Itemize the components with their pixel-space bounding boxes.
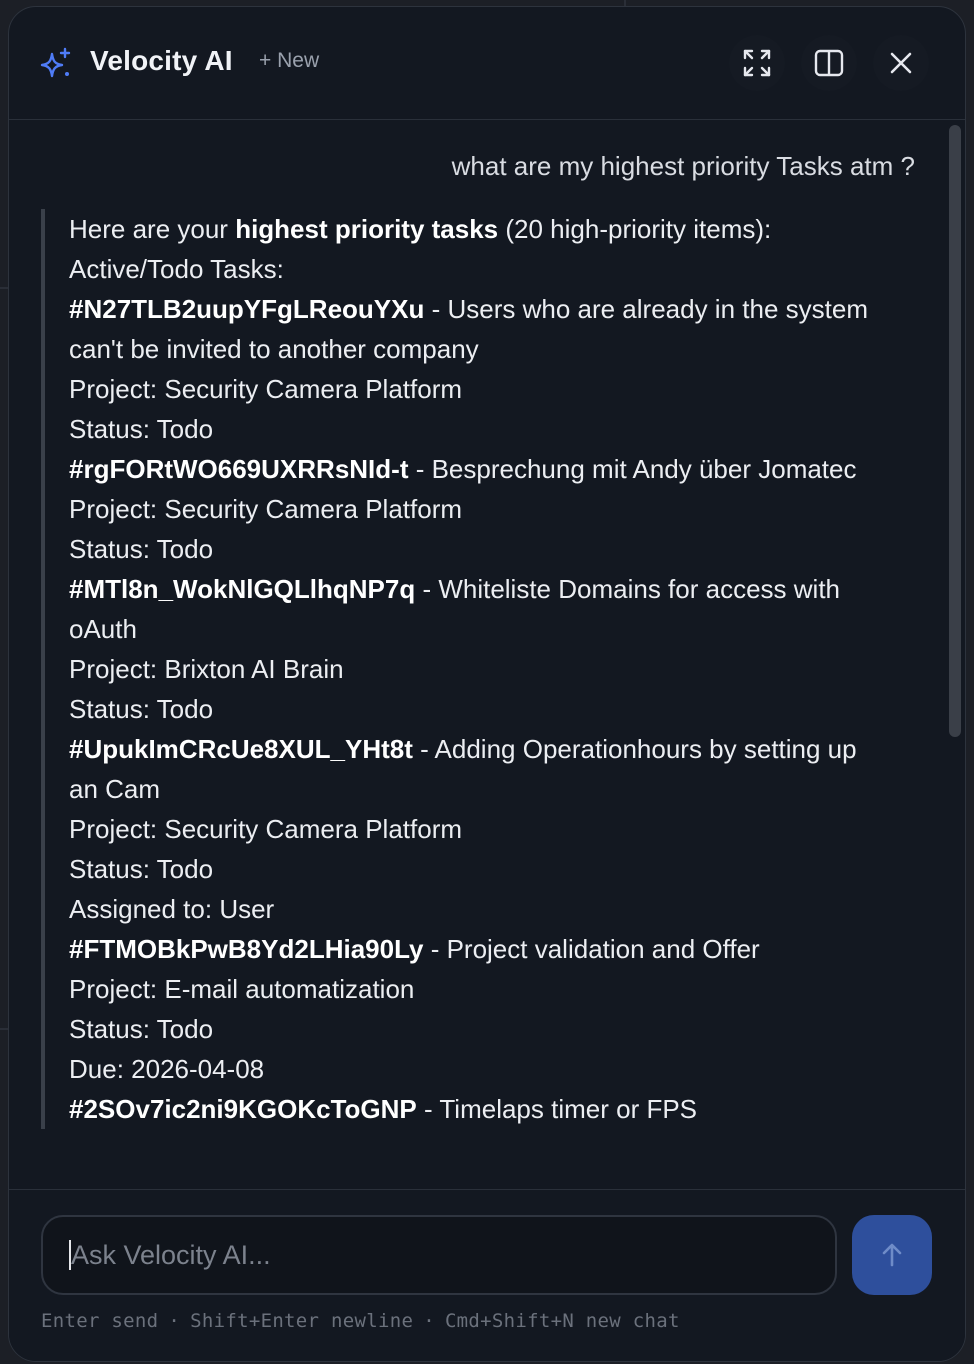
composer: Enter send · Shift+Enter newline · Cmd+Shift…: [9, 1189, 965, 1361]
task-id[interactable]: #UpukImCRcUe8XUL_YHt8t: [69, 734, 413, 764]
task-title: - Besprechung mit Andy über Jomatec: [408, 454, 857, 484]
task-detail: Status: Todo: [69, 694, 214, 724]
task-item: #FTMOBkPwB8Yd2LHia90Ly - Project validat…: [69, 929, 881, 1089]
close-button[interactable]: [873, 35, 929, 91]
task-title-line: #rgFORtWO669UXRRsNId-t - Besprechung mit…: [69, 449, 881, 489]
task-id[interactable]: #MTl8n_WokNlGQLlhqNP7q: [69, 574, 415, 604]
task-item: #N27TLB2uupYFgLReouYXu - Users who are a…: [69, 289, 881, 449]
task-title-line: #2SOv7ic2ni9KGOKcToGNP - Timelaps timer …: [69, 1089, 881, 1129]
task-title: - Timelaps timer or FPS: [416, 1094, 698, 1124]
task-detail: Project: E-mail automatization: [69, 974, 415, 1004]
task-title-line: #UpukImCRcUe8XUL_YHt8t - Adding Operatio…: [69, 729, 881, 809]
split-view-icon: [814, 49, 844, 77]
keyboard-hints: Enter send · Shift+Enter newline · Cmd+Shift…: [41, 1310, 680, 1332]
assistant-message: Here are your highest priority tasks (20…: [41, 209, 881, 1129]
task-detail: Project: Security Camera Platform: [69, 814, 463, 844]
task-title-line: #FTMOBkPwB8Yd2LHia90Ly - Project validat…: [69, 929, 881, 969]
split-view-button[interactable]: [801, 35, 857, 91]
task-id[interactable]: #2SOv7ic2ni9KGOKcToGNP: [69, 1094, 417, 1124]
chat-panel: Velocity AI + New what are my highest pr…: [8, 6, 966, 1362]
send-button[interactable]: [852, 1215, 932, 1295]
sparkle-icon: [40, 47, 71, 78]
task-detail: Project: Brixton AI Brain: [69, 654, 344, 684]
task-item: #MTl8n_WokNlGQLlhqNP7q - Whiteliste Doma…: [69, 569, 881, 729]
assistant-intro: Here are your highest priority tasks (20…: [69, 214, 772, 244]
task-detail: Status: Todo: [69, 534, 214, 564]
app-title: Velocity AI: [90, 45, 233, 76]
hint-send: Enter send: [41, 1310, 159, 1332]
task-title: - Project validation and Offer: [423, 934, 760, 964]
task-detail: Due: 2026-04-08: [69, 1054, 265, 1084]
message-input-box[interactable]: [41, 1215, 837, 1295]
task-item: #UpukImCRcUe8XUL_YHt8t - Adding Operatio…: [69, 729, 881, 929]
scrollbar[interactable]: [949, 125, 961, 737]
task-id[interactable]: #rgFORtWO669UXRRsNId-t: [69, 454, 408, 484]
task-detail: Project: Security Camera Platform: [69, 374, 463, 404]
expand-icon: [743, 49, 771, 77]
message-input[interactable]: [71, 1239, 811, 1271]
section-heading: Active/Todo Tasks:: [69, 254, 284, 284]
hint-new-chat: Cmd+Shift+N new chat: [444, 1310, 680, 1332]
task-title-line: #N27TLB2uupYFgLReouYXu - Users who are a…: [69, 289, 881, 369]
arrow-up-icon: [882, 1243, 902, 1267]
chat-header: Velocity AI + New: [9, 7, 965, 120]
new-chat-button[interactable]: + New: [259, 49, 319, 73]
task-list: #N27TLB2uupYFgLReouYXu - Users who are a…: [69, 289, 881, 1129]
task-detail: Status: Todo: [69, 414, 214, 444]
task-title-line: #MTl8n_WokNlGQLlhqNP7q - Whiteliste Doma…: [69, 569, 881, 649]
task-id[interactable]: #N27TLB2uupYFgLReouYXu: [69, 294, 424, 324]
background-divider: [0, 287, 8, 289]
messages-scroll-area[interactable]: what are my highest priority Tasks atm ?…: [9, 121, 965, 1189]
task-detail: Project: Security Camera Platform: [69, 494, 463, 524]
task-item: #2SOv7ic2ni9KGOKcToGNP - Timelaps timer …: [69, 1089, 881, 1129]
close-icon: [890, 52, 912, 74]
task-detail: Status: Todo: [69, 854, 214, 884]
hint-separator: ·: [423, 1310, 435, 1332]
hint-newline: Shift+Enter newline: [190, 1310, 414, 1332]
task-detail: Assigned to: User: [69, 894, 275, 924]
background-divider: [0, 1028, 8, 1030]
user-message: what are my highest priority Tasks atm ?: [451, 151, 915, 181]
task-id[interactable]: #FTMOBkPwB8Yd2LHia90Ly: [69, 934, 423, 964]
task-detail: Status: Todo: [69, 1014, 214, 1044]
task-item: #rgFORtWO669UXRRsNId-t - Besprechung mit…: [69, 449, 881, 569]
expand-button[interactable]: [729, 35, 785, 91]
hint-separator: ·: [168, 1310, 181, 1332]
